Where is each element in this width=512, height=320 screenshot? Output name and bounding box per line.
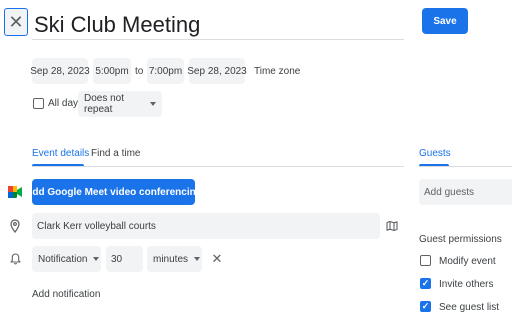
modify-event-checkbox[interactable] — [420, 255, 431, 266]
event-title-input[interactable]: Ski Club Meeting — [32, 6, 404, 40]
event-title-text: Ski Club Meeting — [34, 12, 201, 37]
location-pin-icon — [8, 218, 22, 234]
see-guest-list-checkbox[interactable]: ✓ — [420, 301, 431, 312]
location-value: Clark Kerr volleyball courts — [37, 220, 156, 232]
google-meet-icon — [8, 185, 22, 199]
bell-icon — [8, 252, 22, 266]
add-guests-placeholder: Add guests — [424, 186, 475, 198]
see-guest-list-label: See guest list — [439, 302, 500, 313]
end-time-chip[interactable]: 7:00pm — [147, 58, 184, 84]
chevron-down-icon — [150, 102, 156, 106]
end-date-chip[interactable]: Sep 28, 2023 — [187, 58, 247, 84]
start-date-chip[interactable]: Sep 28, 2023 — [30, 58, 90, 84]
add-notification-link[interactable]: Add notification — [32, 289, 100, 300]
tab-guests[interactable]: Guests — [419, 148, 451, 159]
notification-unit-select[interactable]: minutes — [147, 246, 202, 272]
notification-amount-input[interactable]: 30 — [106, 246, 143, 272]
add-guests-input[interactable]: Add guests — [419, 179, 512, 205]
time-zone-button[interactable]: Time zone — [254, 66, 300, 77]
map-icon[interactable] — [385, 219, 399, 233]
all-day-label: All day — [48, 98, 79, 109]
invite-others-label: Invite others — [439, 279, 494, 290]
all-day-checkbox[interactable] — [33, 98, 44, 109]
close-button[interactable]: ✕ — [4, 8, 28, 36]
notification-unit-value: minutes — [153, 253, 189, 265]
close-icon: ✕ — [211, 251, 223, 266]
tab-event-details[interactable]: Event details — [32, 148, 89, 159]
start-time-chip[interactable]: 5:00pm — [93, 58, 131, 84]
repeat-select[interactable]: Does not repeat — [78, 91, 162, 117]
guests-divider — [419, 166, 512, 167]
close-icon: ✕ — [8, 12, 24, 32]
checkmark-icon: ✓ — [421, 278, 430, 288]
guest-permissions-title: Guest permissions — [419, 234, 502, 245]
chevron-down-icon — [93, 257, 100, 261]
checkmark-icon: ✓ — [421, 301, 430, 311]
invite-others-checkbox[interactable]: ✓ — [420, 278, 431, 289]
location-input[interactable]: Clark Kerr volleyball courts — [32, 213, 380, 239]
save-button[interactable]: Save — [422, 8, 468, 34]
modify-event-label: Modify event — [439, 256, 496, 267]
notification-type-value: Notification — [38, 253, 88, 265]
chevron-down-icon — [194, 257, 201, 261]
time-separator: to — [135, 66, 144, 77]
add-google-meet-button[interactable]: Add Google Meet video conferencing — [25, 179, 202, 205]
remove-notification-button[interactable]: ✕ — [210, 251, 224, 266]
repeat-select-value: Does not repeat — [84, 93, 125, 115]
notification-amount-value: 30 — [111, 253, 123, 265]
tab-find-a-time[interactable]: Find a time — [91, 148, 140, 159]
notification-type-select[interactable]: Notification — [32, 246, 101, 272]
tabs-divider — [32, 166, 404, 167]
